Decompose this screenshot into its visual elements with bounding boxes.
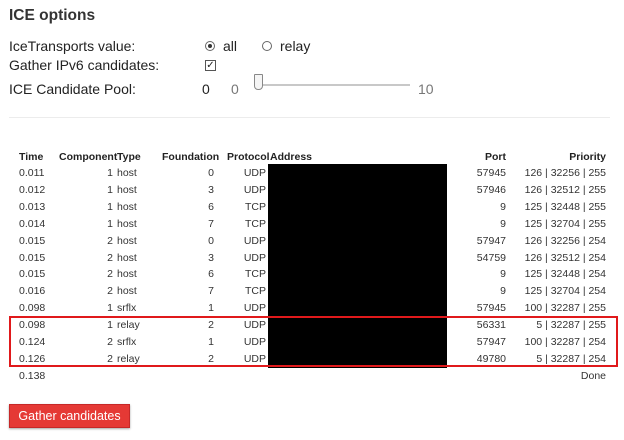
header-type: Type [117, 151, 141, 163]
gather-ipv6-label: Gather IPv6 candidates: [9, 57, 160, 73]
cell-priority: 125 | 32704 | 254 [524, 285, 606, 298]
cell-component: 1 [107, 217, 113, 230]
cell-foundation: 7 [208, 217, 214, 230]
gather-candidates-button[interactable]: Gather candidates [9, 404, 130, 428]
header-priority: Priority [569, 151, 606, 163]
pool-value: 0 [202, 81, 210, 97]
slider-max-label: 10 [418, 81, 434, 97]
radio-all-label[interactable]: all [223, 38, 237, 54]
cell-protocol: TCP [245, 268, 266, 281]
cell-foundation: 0 [208, 234, 214, 247]
header-time: Time [19, 151, 44, 163]
cell-protocol: UDP [243, 251, 266, 264]
cell-type: host [117, 285, 137, 298]
cell-priority: 125 | 32448 | 254 [524, 268, 606, 281]
cell-protocol: TCP [245, 285, 266, 298]
cell-type: host [117, 217, 137, 230]
cell-priority: 126 | 32512 | 254 [524, 251, 606, 264]
cell-type: host [117, 183, 137, 196]
gather-ipv6-checkbox[interactable]: ✓ [205, 60, 216, 71]
header-foundation: Foundation [162, 151, 220, 163]
cell-foundation: 0 [208, 167, 214, 179]
cell-time: 0.013 [19, 200, 46, 213]
cell-protocol: UDP [243, 302, 266, 315]
cell-type: srflx [117, 302, 137, 315]
final-time: 0.138 [19, 370, 46, 382]
cell-component: 2 [107, 285, 113, 298]
cell-foundation: 6 [208, 200, 214, 213]
cell-type: host [117, 251, 137, 264]
radio-all[interactable] [205, 41, 215, 51]
radio-relay-label[interactable]: relay [280, 38, 310, 54]
header-port: Port [485, 151, 506, 163]
cell-foundation: 3 [208, 183, 214, 196]
done-label: Done [580, 370, 606, 382]
cell-time: 0.098 [19, 302, 46, 315]
cell-type: host [117, 268, 137, 281]
cell-time: 0.015 [19, 251, 46, 264]
cell-protocol: UDP [243, 234, 266, 247]
cell-priority: 126 | 32512 | 255 [524, 183, 606, 196]
cell-protocol: TCP [245, 217, 266, 230]
cell-component: 2 [107, 268, 113, 281]
ice-transports-label: IceTransports value: [9, 38, 136, 54]
cell-protocol: TCP [245, 200, 266, 213]
cell-priority: 125 | 32704 | 255 [524, 217, 606, 230]
cell-component: 2 [107, 234, 113, 247]
pool-label: ICE Candidate Pool: [9, 81, 136, 97]
cell-foundation: 7 [208, 285, 214, 298]
cell-foundation: 3 [208, 251, 214, 264]
divider [9, 117, 610, 118]
header-protocol: Protocol [227, 151, 270, 163]
section-title: ICE options [9, 7, 96, 24]
header-component: Component [59, 151, 118, 163]
cell-component: 1 [107, 200, 113, 213]
pool-slider-track[interactable] [258, 84, 410, 86]
cell-type: host [117, 200, 137, 213]
cell-type: host [117, 234, 137, 247]
cell-component: 1 [107, 167, 113, 179]
cell-priority: 100 | 32287 | 255 [524, 302, 606, 315]
pool-slider-thumb[interactable] [254, 74, 263, 90]
cell-protocol: UDP [243, 167, 266, 179]
cell-time: 0.016 [19, 285, 46, 298]
slider-min-label: 0 [231, 81, 239, 97]
cell-foundation: 6 [208, 268, 214, 281]
cell-component: 1 [107, 183, 113, 196]
highlight-box [9, 316, 618, 367]
cell-foundation: 1 [208, 302, 214, 315]
cell-type: host [117, 167, 137, 179]
cell-time: 0.015 [19, 234, 46, 247]
header-address: Address [270, 151, 313, 163]
cell-priority: 126 | 32256 | 254 [524, 234, 606, 247]
cell-component: 2 [107, 251, 113, 264]
cell-priority: 125 | 32448 | 255 [524, 200, 606, 213]
cell-time: 0.012 [19, 183, 46, 196]
cell-time: 0.015 [19, 268, 46, 281]
cell-protocol: UDP [243, 183, 266, 196]
cell-priority: 126 | 32256 | 255 [524, 167, 606, 179]
radio-relay[interactable] [262, 41, 272, 51]
cell-time: 0.011 [19, 167, 45, 179]
cell-time: 0.014 [19, 217, 46, 230]
cell-component: 1 [107, 302, 113, 315]
